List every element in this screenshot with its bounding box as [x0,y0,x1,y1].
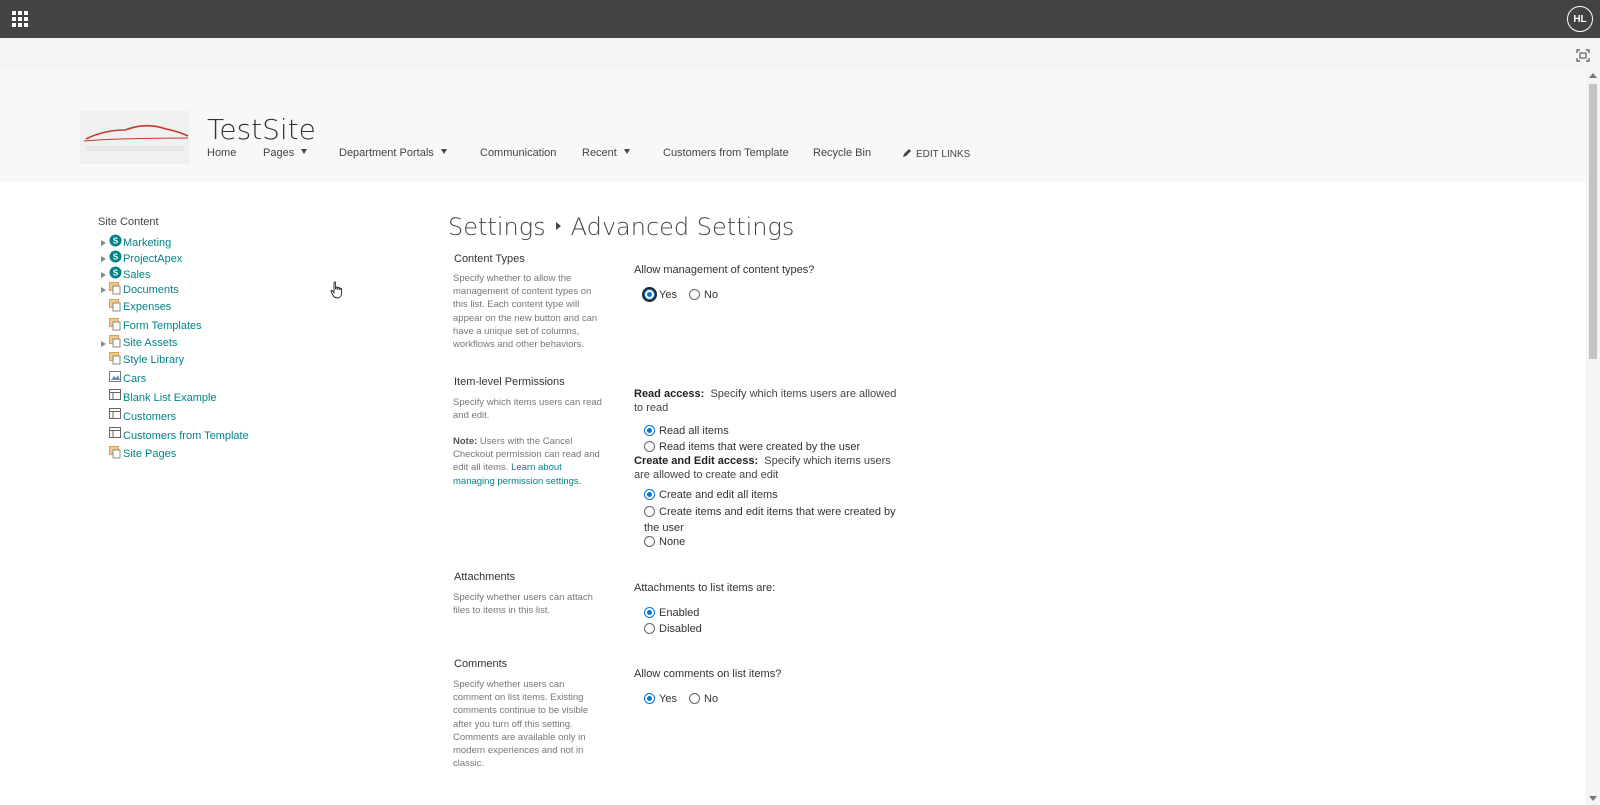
option-content-types-yes[interactable]: Yes [642,287,677,302]
chevron-down-icon[interactable] [440,149,447,154]
breadcrumb-parent[interactable]: Settings [448,213,546,241]
list-icon [109,408,121,419]
section-desc-item-permissions: Specify which items users can read and e… [453,397,602,422]
section-desc-attachments: Specify whether users can attach files t… [453,592,593,617]
document-library-icon [109,299,121,312]
option-edit-all-items[interactable]: Create and edit all items [644,488,778,502]
option-comments-no[interactable]: No [689,692,718,706]
question-comments: Allow comments on list items? [634,668,782,680]
section-title-content-types: Content Types [454,253,525,265]
chevron-down-icon[interactable] [301,149,308,154]
svg-text:S: S [113,269,119,278]
tree-item-customers[interactable]: Customers [123,409,176,425]
option-read-own-items[interactable]: Read items that were created by the user [644,440,860,454]
list-icon [109,427,121,438]
chevron-down-icon[interactable] [623,149,630,154]
tree-item-marketing[interactable]: Marketing [123,235,171,251]
tree-item-form-templates[interactable]: Form Templates [123,318,202,334]
option-edit-none[interactable]: None [644,535,685,549]
tree-title: Site Content [98,216,159,228]
tree-item-documents[interactable]: Documents [123,282,179,298]
tree-item-projectapex[interactable]: ProjectApex [123,251,182,267]
subsite-icon: S [109,250,122,263]
focus-mode-icon[interactable] [1576,49,1590,62]
radio-comments-yes[interactable] [644,693,655,704]
read-access-question: Read access: Specify which items users a… [634,388,897,414]
tree-item-style-library[interactable]: Style Library [123,352,184,368]
edit-links-button[interactable]: EDIT LINKS [902,148,970,160]
hand-cursor-icon [330,281,343,299]
document-library-icon [109,318,121,331]
waffle-icon[interactable] [12,11,28,27]
site-title[interactable]: TestSite [207,113,316,146]
ribbon-bar [0,38,1600,70]
svg-text:S: S [113,253,119,262]
page-title: Settings Advanced Settings [448,213,794,241]
nav-item-recent[interactable]: Recent [582,147,630,159]
radio-read-all[interactable] [644,425,655,436]
section-title-item-permissions: Item-level Permissions [454,376,565,388]
expand-icon[interactable] [101,341,106,347]
expand-icon[interactable] [101,287,106,293]
section-note-item-permissions: Note: Users with the Cancel Checkout per… [453,436,600,487]
edit-access-question: Create and Edit access: Specify which it… [634,455,891,481]
tree-item-customers-from-template[interactable]: Customers from Template [123,428,249,444]
picture-library-icon [109,371,121,382]
question-attachments: Attachments to list items are: [634,582,776,594]
option-content-types-no[interactable]: No [689,288,718,302]
breadcrumb-separator-icon [555,222,561,230]
option-edit-own-items[interactable]: Create items and edit items that were cr… [644,504,909,536]
radio-disabled[interactable] [644,623,655,634]
list-icon [109,389,121,400]
radio-edit-own[interactable] [644,506,655,517]
tree-item-sales[interactable]: Sales [123,267,151,283]
suite-bar: HL [0,0,1600,38]
expand-icon[interactable] [101,256,106,262]
option-comments-yes[interactable]: Yes [644,692,677,706]
expand-icon[interactable] [101,272,106,278]
document-library-icon [109,335,121,348]
scroll-up-icon[interactable] [1589,73,1597,78]
svg-text:S: S [113,237,119,246]
scrollbar-thumb[interactable] [1589,84,1597,359]
section-desc-comments: Specify whether users can comment on lis… [453,679,589,770]
nav-item-pages[interactable]: Pages [263,147,308,159]
tree-item-site-assets[interactable]: Site Assets [123,335,177,351]
radio-edit-all[interactable] [644,489,655,500]
radio-edit-none[interactable] [644,536,655,547]
subsite-icon: S [109,266,122,279]
question-content-types: Allow management of content types? [634,264,815,276]
tree-item-expenses[interactable]: Expenses [123,299,171,315]
radio-enabled[interactable] [644,607,655,618]
option-attachments-enabled[interactable]: Enabled [644,606,699,620]
radio-no[interactable] [689,289,700,300]
subsite-icon: S [109,234,122,247]
radio-read-own[interactable] [644,441,655,452]
option-attachments-disabled[interactable]: Disabled [644,622,702,636]
pencil-icon [903,149,911,157]
scroll-down-icon[interactable] [1589,796,1597,801]
breadcrumb-current: Advanced Settings [570,213,795,241]
section-title-comments: Comments [454,658,508,670]
site-logo[interactable] [80,111,190,164]
section-title-attachments: Attachments [454,571,516,583]
nav-item-communication[interactable]: Communication [480,147,556,159]
tree-item-cars[interactable]: Cars [123,371,146,387]
nav-item-customers-from-template[interactable]: Customers from Template [663,147,789,159]
tree-item-blank-list-example[interactable]: Blank List Example [123,390,217,406]
nav-item-home[interactable]: Home [207,147,236,159]
document-library-icon [109,446,121,459]
document-library-icon [109,352,121,365]
site-content-tree: Site Content [98,216,159,234]
user-avatar[interactable]: HL [1567,6,1593,32]
expand-icon[interactable] [101,240,106,246]
nav-item-department-portals[interactable]: Department Portals [339,147,447,159]
radio-yes[interactable] [642,287,657,302]
radio-comments-no[interactable] [689,693,700,704]
option-read-all-items[interactable]: Read all items [644,424,729,438]
tree-item-site-pages[interactable]: Site Pages [123,446,176,462]
section-desc-content-types: Specify whether to allow the management … [453,273,598,351]
nav-item-recycle-bin[interactable]: Recycle Bin [813,147,871,159]
document-library-icon [109,282,121,295]
